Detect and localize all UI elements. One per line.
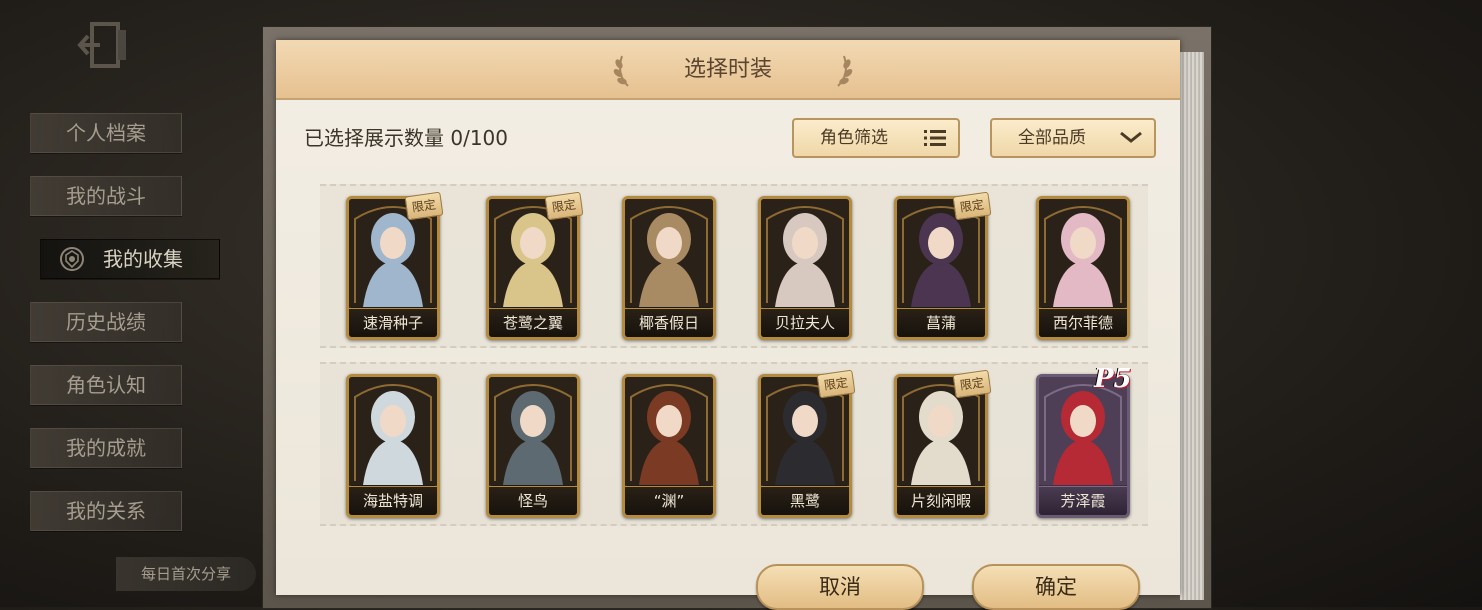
dialog-title: 选择时装	[683, 57, 772, 82]
costume-name: 贝拉夫人	[761, 308, 849, 337]
laurel-right-icon	[837, 55, 853, 87]
sidebar-item-battles[interactable]: 我的战斗	[30, 176, 182, 216]
costume-card[interactable]: 海盐特调	[346, 374, 440, 518]
costume-name: 片刻闲暇	[897, 486, 985, 515]
selected-count-value: 0/100	[450, 126, 508, 150]
costume-card[interactable]: 怪鸟	[486, 374, 580, 518]
costume-name: “渊”	[625, 486, 713, 515]
role-filter-button[interactable]: 角色筛选	[792, 118, 960, 158]
confirm-button[interactable]: 确定	[972, 564, 1140, 610]
costume-portrait	[625, 377, 713, 485]
costume-portrait	[761, 199, 849, 307]
costume-row-1	[320, 184, 1148, 348]
select-costume-dialog: 选择时装 已选择展示数量 0/100 角色筛选 全部品质 速滑种子 限定 苍鹭之翼限…	[276, 40, 1180, 610]
costume-name: 椰香假日	[625, 308, 713, 337]
sidebar-item-profile[interactable]: 个人档案	[30, 113, 182, 153]
costume-name: 速滑种子	[349, 308, 437, 337]
role-filter-label: 角色筛选	[820, 128, 888, 148]
exit-door-icon[interactable]	[76, 16, 134, 74]
cancel-button[interactable]: 取消	[756, 564, 924, 610]
costume-name: 怪鸟	[489, 486, 577, 515]
costume-portrait	[625, 199, 713, 307]
limited-tag: 限定	[952, 369, 992, 399]
selected-count: 已选择展示数量 0/100	[304, 122, 508, 151]
costume-name: 芳泽霞	[1039, 486, 1127, 515]
daily-share-button[interactable]: 每日首次分享	[116, 557, 256, 591]
costume-card[interactable]: 芳泽霞	[1036, 374, 1130, 518]
sidebar-item-label: 我的收集	[103, 247, 183, 271]
sidebar-item-achievements[interactable]: 我的成就	[30, 428, 182, 468]
quality-filter-label: 全部品质	[1018, 128, 1086, 148]
chevron-down-icon	[1120, 131, 1142, 143]
book-pages-edge	[1180, 52, 1204, 600]
costume-portrait	[349, 377, 437, 485]
limited-tag: 限定	[816, 369, 856, 399]
costume-card[interactable]: “渊”	[622, 374, 716, 518]
quality-filter-dropdown[interactable]: 全部品质	[990, 118, 1156, 158]
limited-tag: 限定	[404, 191, 444, 221]
sidebar-item-relations[interactable]: 我的关系	[30, 491, 182, 531]
costume-row-2	[320, 362, 1148, 526]
limited-tag: 限定	[952, 191, 992, 221]
costume-portrait	[1039, 199, 1127, 307]
limited-tag: 限定	[544, 191, 584, 221]
collection-emblem-icon	[60, 247, 84, 271]
costume-name: 菖蒲	[897, 308, 985, 337]
costume-name: 苍鹭之翼	[489, 308, 577, 337]
list-icon	[924, 130, 946, 146]
selected-count-label: 已选择展示数量	[304, 126, 444, 150]
costume-card[interactable]: 椰香假日	[622, 196, 716, 340]
costume-card[interactable]: 贝拉夫人	[758, 196, 852, 340]
costume-portrait	[489, 377, 577, 485]
dialog-header: 选择时装	[276, 40, 1180, 100]
persona5-badge: P5	[1094, 364, 1132, 394]
costume-name: 西尔菲德	[1039, 308, 1127, 337]
costume-name: 海盐特调	[349, 486, 437, 515]
costume-name: 黑鹭	[761, 486, 849, 515]
sidebar-item-character-knowledge[interactable]: 角色认知	[30, 365, 182, 405]
sidebar-item-history[interactable]: 历史战绩	[30, 302, 182, 342]
costume-card[interactable]: 西尔菲德	[1036, 196, 1130, 340]
sidebar-item-collection[interactable]: 我的收集	[40, 239, 220, 279]
